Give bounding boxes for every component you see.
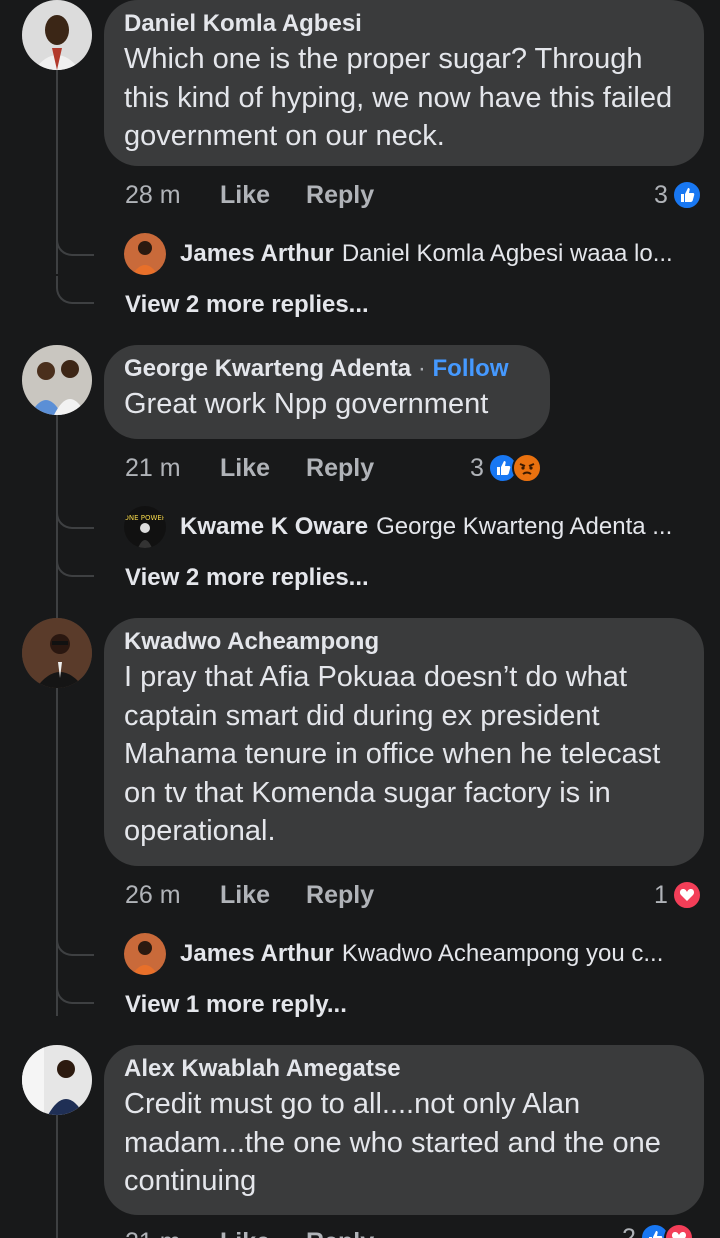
comment-author[interactable]: Alex Kwablah Amegatse: [124, 1053, 684, 1085]
comment-author[interactable]: Daniel Komla Agbesi: [124, 8, 684, 40]
avatar[interactable]: [124, 933, 166, 975]
comment-bubble[interactable]: Daniel Komla Agbesi Which one is the pro…: [104, 0, 704, 166]
thread-line: [56, 688, 58, 1016]
comment-actions: 28 m Like Reply: [125, 178, 410, 212]
thread-connector: [56, 228, 94, 256]
reply-author[interactable]: James Arthur: [180, 940, 334, 968]
thread-line: [56, 1115, 58, 1238]
comment-bubble[interactable]: Alex Kwablah Amegatse Credit must go to …: [104, 1045, 704, 1215]
like-icon: [671, 180, 702, 210]
view-more-replies-link[interactable]: View 1 more reply...: [125, 991, 347, 1019]
comment-time[interactable]: 26 m: [125, 881, 220, 910]
comment-time[interactable]: 21 m: [125, 454, 220, 483]
reply-text: Daniel Komla Agbesi waaa lo...: [341, 240, 673, 267]
reply-button[interactable]: Reply: [306, 454, 374, 483]
view-more-replies-link[interactable]: View 2 more replies...: [125, 564, 369, 592]
love-icon: [671, 880, 702, 910]
comment-actions: 21 m Like Reply: [125, 451, 410, 485]
view-more-replies-link[interactable]: View 2 more replies...: [125, 291, 369, 319]
thread-connector: [56, 976, 94, 1004]
reaction-count: 3: [470, 453, 484, 482]
thread-connector: [56, 276, 94, 304]
comment-text: Great work Npp government: [124, 388, 489, 420]
reply-button[interactable]: Reply: [306, 1228, 374, 1238]
comment-time[interactable]: 28 m: [125, 181, 220, 210]
comment-text: Which one is the proper sugar? Through t…: [124, 43, 673, 152]
reply-preview[interactable]: James Arthur Kwadwo Acheampong you c...: [124, 932, 704, 976]
like-button[interactable]: Like: [220, 181, 270, 210]
reply-text: George Kwarteng Adenta ...: [376, 513, 673, 540]
avatar[interactable]: [22, 618, 92, 688]
avatar[interactable]: [22, 345, 92, 415]
reply-button[interactable]: Reply: [306, 181, 374, 210]
reply-button[interactable]: Reply: [306, 881, 374, 910]
like-button[interactable]: Like: [220, 881, 270, 910]
separator-dot: ·: [417, 355, 433, 382]
avatar[interactable]: [22, 0, 92, 70]
avatar[interactable]: [22, 1045, 92, 1115]
comment-author[interactable]: George Kwarteng Adenta: [124, 355, 411, 382]
comment-actions: 21 m Like Reply: [125, 1225, 410, 1238]
comment-actions: 26 m Like Reply: [125, 878, 410, 912]
reaction-summary[interactable]: 3: [654, 178, 702, 212]
reaction-count: 2: [622, 1223, 636, 1238]
reply-author[interactable]: James Arthur: [180, 240, 334, 268]
comment-author-row: George Kwarteng Adenta · Follow: [124, 353, 530, 385]
like-button[interactable]: Like: [220, 454, 270, 483]
avatar[interactable]: ONE POWER: [124, 506, 166, 548]
reply-author[interactable]: Kwame K Oware: [180, 513, 368, 541]
comment-text: I pray that Afia Pokuaa doesn’t do what …: [124, 661, 661, 847]
comment-author[interactable]: Kwadwo Acheampong: [124, 626, 684, 658]
reaction-summary[interactable]: 2: [622, 1221, 694, 1238]
thread-connector: [56, 549, 94, 577]
follow-button[interactable]: Follow: [433, 355, 509, 382]
avatar[interactable]: [124, 233, 166, 275]
svg-text:ONE POWER: ONE POWER: [124, 514, 166, 522]
angry-icon: [511, 453, 542, 483]
thread-connector: [56, 928, 94, 956]
comment-time[interactable]: 21 m: [125, 1228, 220, 1238]
reaction-summary[interactable]: 3: [470, 451, 542, 485]
like-button[interactable]: Like: [220, 1228, 270, 1238]
comment-bubble[interactable]: Kwadwo Acheampong I pray that Afia Pokua…: [104, 618, 704, 866]
comment-bubble[interactable]: George Kwarteng Adenta · Follow Great wo…: [104, 345, 550, 439]
reaction-summary[interactable]: 1: [654, 878, 702, 912]
thread-connector: [56, 501, 94, 529]
comment-text: Credit must go to all....not only Alan m…: [124, 1088, 661, 1197]
reply-preview[interactable]: James Arthur Daniel Komla Agbesi waaa lo…: [124, 232, 704, 276]
reply-text: Kwadwo Acheampong you c...: [341, 940, 664, 967]
love-icon: [663, 1223, 694, 1238]
reaction-count: 1: [654, 880, 668, 909]
reply-preview[interactable]: ONE POWER Kwame K Oware George Kwarteng …: [124, 505, 704, 549]
reaction-count: 3: [654, 180, 668, 209]
